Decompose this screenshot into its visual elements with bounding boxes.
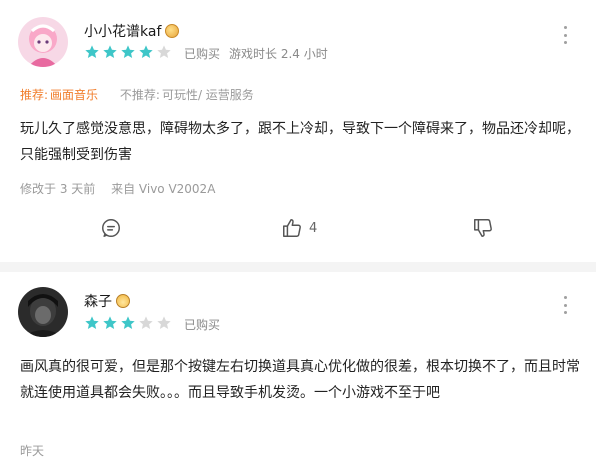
recommend-label: 推荐:	[20, 88, 49, 102]
star-filled-icon	[121, 45, 135, 58]
username-text: 森子	[84, 294, 112, 310]
rating-stars	[84, 44, 172, 60]
username[interactable]: 小小花谱kaf	[84, 21, 180, 41]
not-recommend-label: 不推荐:	[119, 88, 160, 102]
star-filled-icon	[103, 45, 117, 58]
playtime: 游戏时长 2.4 小时	[229, 47, 328, 61]
dislike-button[interactable]	[472, 217, 494, 239]
avatar[interactable]	[18, 17, 68, 67]
like-count: 4	[309, 220, 318, 236]
not-recommend-value: 可玩性/ 运营服务	[161, 88, 254, 102]
avatar[interactable]	[18, 287, 68, 337]
rating-stars	[84, 315, 172, 331]
review-content: 画风真的很可爱，但是那个按键左右切换道具真心优化做的很差，根本切换不了，而且时常…	[20, 359, 580, 401]
star-filled-icon	[121, 316, 135, 329]
review-time: 昨天	[20, 444, 45, 458]
review-content: 玩儿久了感觉没意思，障碍物太多了，跟不上冷却，导致下一个障碍来了，物品还冷却呢，…	[20, 121, 580, 163]
username[interactable]: 森子	[84, 291, 130, 311]
like-button[interactable]: 4	[281, 217, 317, 239]
star-filled-icon	[103, 316, 117, 329]
recommend-value: 画面音乐	[50, 88, 99, 102]
username-text: 小小花谱kaf	[84, 24, 162, 40]
review-card: 森子 已购买 画风真的很可爱，但是那个按键左右切换道具真心优化做的很差，根本切换…	[0, 272, 596, 470]
comment-button[interactable]	[100, 217, 122, 239]
review-meta: 修改于 3 天前 来自 Vivo V2002A	[20, 180, 215, 197]
star-empty-icon	[139, 316, 153, 329]
review-tags: 推荐: 画面音乐 不推荐: 可玩性/ 运营服务	[20, 86, 254, 103]
star-empty-icon	[157, 316, 171, 329]
star-filled-icon	[139, 45, 153, 58]
star-filled-icon	[85, 45, 99, 58]
thumbs-up-icon	[283, 219, 301, 237]
purchase-status: 已购买	[184, 47, 221, 61]
more-icon[interactable]	[562, 26, 568, 44]
star-filled-icon	[85, 316, 99, 329]
device-info: 来自 Vivo V2002A	[111, 182, 216, 196]
review-card: 小小花谱kaf 已购买 游戏时长 2.4 小时 推荐: 画面音乐 不推荐: 可玩性/…	[0, 0, 596, 262]
section-divider	[0, 262, 596, 272]
thumbs-down-icon	[474, 219, 492, 237]
badge-icon	[165, 24, 180, 38]
more-icon[interactable]	[562, 296, 568, 314]
comment-icon	[102, 219, 120, 237]
star-empty-icon	[157, 45, 171, 58]
review-actions: 4	[0, 217, 596, 243]
badge-icon	[116, 294, 130, 308]
modified-time: 修改于 3 天前	[20, 182, 96, 196]
purchase-status: 已购买	[184, 318, 221, 332]
